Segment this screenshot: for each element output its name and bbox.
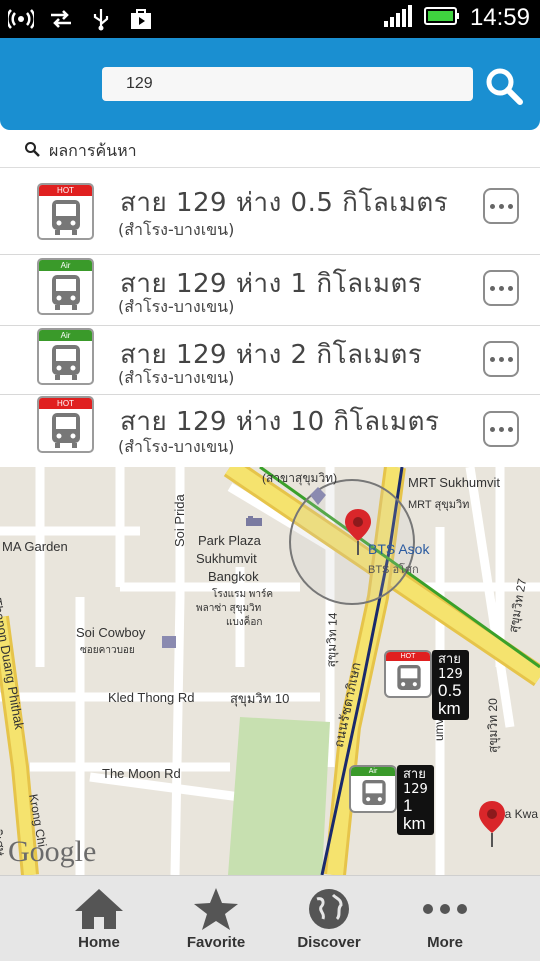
more-options-button[interactable] — [483, 341, 519, 377]
search-icon — [486, 68, 523, 105]
home-icon — [54, 886, 144, 932]
bus-line: สาย 129 — [403, 767, 428, 797]
destination-pin-icon[interactable] — [479, 801, 505, 851]
bar-icon — [162, 633, 176, 652]
battery-icon — [423, 5, 460, 31]
bus-tag: Air — [351, 767, 395, 776]
result-row[interactable]: HOT สาย 129 ห่าง 0.5 กิโลเมตร (สำโรง-บาง… — [0, 168, 540, 255]
bus-tag: HOT — [39, 185, 92, 196]
map-label: สุขุมวิท 10 — [230, 691, 290, 706]
nav-favorite[interactable]: Favorite — [171, 882, 261, 958]
bottom-navigation: Home Favorite Discover More — [0, 875, 540, 961]
result-row[interactable]: Air สาย 129 ห่าง 2 กิโลเมตร (สำโรง-บางเข… — [0, 326, 540, 395]
bus-icon — [52, 200, 80, 235]
more-dots-icon — [400, 886, 490, 932]
more-options-button[interactable] — [483, 270, 519, 306]
bus-icon — [52, 345, 80, 380]
bus-marker-info: สาย 129 1 km — [397, 765, 434, 835]
map-label: Sukhumvit — [196, 551, 257, 566]
bus-distance: 1 km — [403, 796, 426, 833]
sync-arrows-icon — [48, 6, 74, 32]
star-icon — [171, 886, 261, 932]
bus-icon — [362, 780, 386, 805]
map-label: Kled Thong Rd — [108, 690, 195, 705]
search-header — [0, 38, 540, 130]
map-view[interactable]: (สาขาสุขุมวิท) MRT Sukhumvit MRT สุขุมวิ… — [0, 467, 540, 875]
map-label: ซอยคาวบอย — [80, 645, 135, 656]
nav-more[interactable]: More — [400, 882, 490, 958]
map-label: (สาขาสุขุมวิท) — [262, 471, 338, 485]
map-label: แบงค็อก — [226, 617, 263, 628]
bus-badge: Air — [37, 258, 94, 315]
result-row[interactable]: HOT สาย 129 ห่าง 10 กิโลเมตร (สำโรง-บางเ… — [0, 395, 540, 468]
bus-marker-badge: HOT — [384, 650, 432, 698]
play-store-icon — [128, 6, 154, 32]
search-button[interactable] — [483, 65, 525, 107]
map-label: พลาซ่า สุขุมวิท — [196, 603, 262, 614]
search-icon — [24, 141, 40, 161]
map-label: Soi Prida — [172, 494, 187, 547]
search-input[interactable] — [102, 67, 473, 101]
bus-distance: 0.5 km — [438, 681, 462, 718]
map-label: สุขุมวิท 20 — [486, 698, 500, 753]
results-header: ผลการค้นหา — [0, 131, 540, 168]
status-bar: 14:59 — [0, 0, 540, 38]
bus-badge: Air — [37, 328, 94, 385]
signal-icon — [383, 5, 414, 31]
bus-icon — [52, 413, 80, 448]
bus-icon — [52, 275, 80, 310]
bus-marker-badge: Air — [349, 765, 397, 813]
nav-label: Discover — [297, 934, 361, 951]
bus-line: สาย 129 — [438, 652, 463, 682]
map-label: โรงแรม พาร์ค — [212, 589, 274, 600]
hotel-icon — [246, 513, 262, 532]
map-label: Bangkok — [208, 569, 259, 584]
bus-marker-info: สาย 129 0.5 km — [432, 650, 469, 720]
bus-badge: HOT — [37, 396, 94, 453]
map-label: BTS Asok — [368, 541, 430, 557]
map-label: The Moon Rd — [102, 766, 181, 781]
result-title: สาย 129 ห่าง 0.5 กิโลเมตร — [120, 188, 449, 218]
nav-label: Home — [78, 934, 120, 951]
result-subtitle: (สำโรง-บางเขน) — [118, 220, 235, 239]
bus-tag: HOT — [39, 398, 92, 409]
bus-tag: Air — [39, 330, 92, 341]
nav-label: More — [427, 934, 463, 951]
landmark-icon — [310, 487, 326, 509]
bus-icon — [397, 665, 421, 690]
bus-tag: HOT — [386, 652, 430, 661]
map-label: Soi Cowboy — [76, 625, 146, 640]
nav-home[interactable]: Home — [54, 882, 144, 958]
result-subtitle: (สำโรง-บางเขน) — [118, 368, 235, 387]
wireless-hotspot-icon — [8, 6, 34, 32]
usb-icon — [88, 6, 114, 32]
more-options-button[interactable] — [483, 188, 519, 224]
google-logo: Google — [8, 835, 97, 868]
result-subtitle: (สำโรง-บางเขน) — [118, 437, 235, 456]
bus-tag: Air — [39, 260, 92, 271]
result-subtitle: (สำโรง-บางเขน) — [118, 297, 235, 316]
results-label: ผลการค้นหา — [49, 141, 137, 160]
map-label: สุขุมวิท 14 — [323, 612, 340, 668]
clock: 14:59 — [469, 4, 530, 31]
map-label: MRT สุขุมวิท — [408, 499, 470, 511]
map-label: MA Garden — [2, 539, 68, 554]
map-label: Park Plaza — [198, 533, 261, 548]
nav-label: Favorite — [186, 934, 246, 951]
bus-badge: HOT — [37, 183, 94, 240]
globe-icon — [284, 886, 374, 932]
map-label: MRT Sukhumvit — [408, 475, 500, 490]
result-row[interactable]: Air สาย 129 ห่าง 1 กิโลเมตร (สำโรง-บางเข… — [0, 255, 540, 326]
more-options-button[interactable] — [483, 411, 519, 447]
map-label: BTS อโศก — [368, 564, 419, 576]
nav-discover[interactable]: Discover — [284, 882, 374, 958]
location-pin-icon[interactable] — [345, 509, 371, 559]
